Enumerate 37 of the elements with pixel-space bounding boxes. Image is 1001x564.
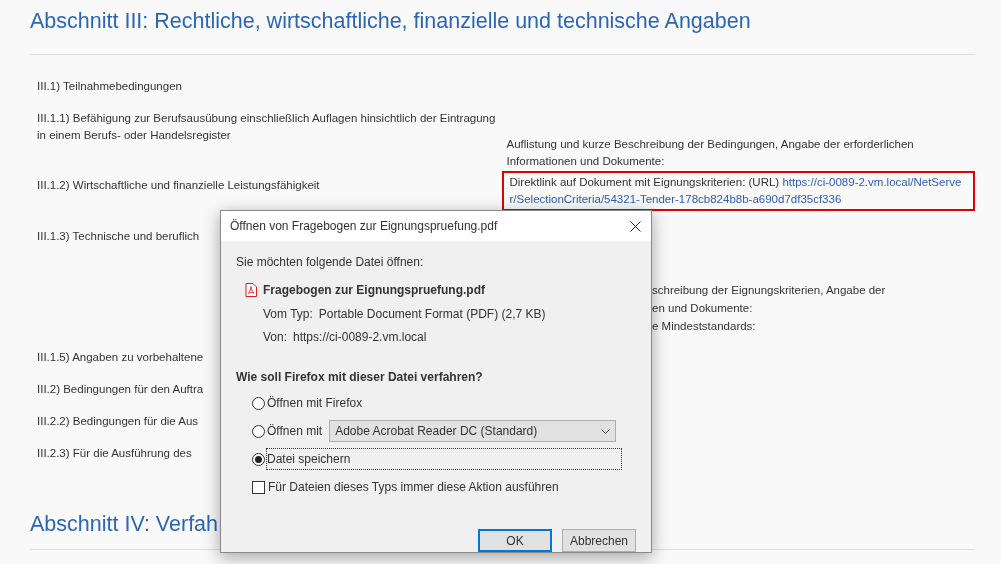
- link-sentence[interactable]: Direktlink auf Dokument mit Eignungskriterien: (URL) https://ci-0089-2.vm.local/NetServer/SelectionCriteria/54321-Tender-178cb824b8b-a690d7df35cf336: [509, 174, 968, 208]
- description-line: schreibung der Eignungskriterien, Angabe der: [652, 283, 886, 298]
- intro-text: Sie möchten folgende Datei öffnen:: [236, 254, 424, 271]
- option-label[interactable]: Öffnen mit: [266, 420, 324, 442]
- section-heading: Abschnitt IV: Verfah: [30, 511, 219, 537]
- section-label: III.1) Teilnahmebedingungen: [37, 80, 182, 92]
- description-line: en und Dokumente:: [652, 301, 753, 316]
- source-value: https://ci-0089-2.vm.local: [293, 329, 427, 346]
- dialog-button[interactable]: OK: [478, 529, 552, 552]
- application-dropdown[interactable]: Adobe Acrobat Reader DC (Standard): [329, 420, 617, 442]
- section-label: III.1.2) Wirtschaftliche und finanzielle Leistungsfähigkeit: [37, 179, 320, 191]
- question-text: Wie soll Firefox mit dieser Datei verfahren?: [236, 369, 483, 386]
- section-label: III.2.2) Bedingungen für die Aus: [37, 414, 199, 429]
- checkbox-label[interactable]: Für Dateien dieses Typs immer diese Aktion ausführen: [268, 478, 559, 496]
- section-label: III.2) Bedingungen für den Auftra: [37, 382, 204, 397]
- type-label: Vom Typ:: [263, 306, 313, 323]
- section-label: III.2.3) Für die Ausführung des: [37, 446, 192, 461]
- checkbox[interactable]: [252, 480, 265, 494]
- close-icon[interactable]: [630, 220, 641, 232]
- dialog-button[interactable]: Abbrechen: [562, 529, 636, 552]
- file-name: Fragebogen zur Eignungspruefung.pdf: [263, 282, 485, 299]
- option-label[interactable]: Datei speichern: [266, 448, 622, 470]
- section-label: III.1.3) Technische und beruflich: [37, 230, 200, 242]
- type-value: Portable Document Format (PDF) (2,7 KB): [318, 306, 546, 323]
- source-label: Von:: [263, 329, 288, 346]
- requirement-description: Auflistung und kurze Beschreibung der Bedingungen, Angabe der erforderlichen Informationen und Dokumente:: [506, 138, 914, 167]
- radio-button[interactable]: [252, 396, 265, 410]
- radio-button[interactable]: [252, 452, 265, 466]
- section-label: III.1.1) Befähigung zur Berufsausübung einschließlich Auflagen hinsichtlich der Eintragung in einem Berufs- oder Handelsregister: [37, 112, 496, 141]
- option-label[interactable]: Öffnen mit Firefox: [266, 392, 364, 414]
- radio-button[interactable]: [252, 424, 265, 438]
- pdf-file-icon: [245, 283, 257, 297]
- section-label: III.1.5) Angaben zu vorbehaltene: [37, 350, 204, 365]
- window-title: Öffnen von Fragebogen zur Eignungspruefung.pdf: [230, 218, 498, 235]
- section-heading: Abschnitt III: Rechtliche, wirtschaftliche, finanzielle und technische Angaben: [30, 8, 751, 34]
- chevron-down-icon: [601, 428, 611, 434]
- description-line: e Mindeststandards:: [652, 319, 756, 334]
